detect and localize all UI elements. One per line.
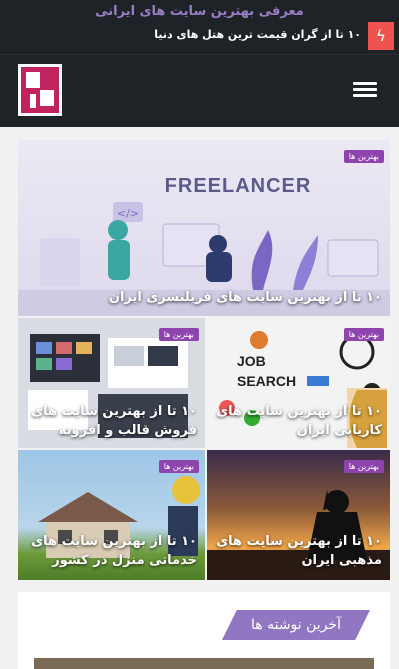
featured-post-templates[interactable]: بهترین ها ۱۰ تا از بهترین سایت های فروش …: [18, 318, 205, 448]
site-tagline: معرفی بهترین سایت های ایرانی: [95, 4, 304, 19]
news-ticker[interactable]: ϟ ۱۰ تا از گران قیمت ترین هتل های دنیا: [0, 22, 399, 50]
featured-post-home-services[interactable]: بهترین ها ۱۰ تا از بهترین سایت های خدمات…: [18, 450, 205, 580]
svg-text:</>: </>: [117, 207, 139, 220]
category-badge[interactable]: بهترین ها: [158, 460, 199, 473]
latest-posts-title: آخرین نوشته ها: [251, 617, 341, 633]
featured-post-freelancer[interactable]: FREELANCER </> بهترین ها ۱۰ تا از بهترین…: [18, 140, 390, 316]
category-badge[interactable]: بهترین ها: [343, 328, 384, 341]
hamburger-icon: [353, 82, 377, 85]
job-image-text: JOB: [237, 353, 266, 369]
category-badge[interactable]: بهترین ها: [158, 328, 199, 341]
post-title[interactable]: ۱۰ تا از بهترین سایت های مذهبی ایران: [215, 532, 382, 570]
post-title[interactable]: ۱۰ تا از بهترین سایت های فروش قالب و افز…: [26, 402, 197, 440]
latest-posts-section: آخرین نوشته ها: [18, 592, 390, 669]
featured-post-religious[interactable]: بهترین ها ۱۰ تا از بهترین سایت های مذهبی…: [207, 450, 390, 580]
post-title[interactable]: ۱۰ تا از بهترین سایت های کاریابی ایران: [215, 402, 382, 440]
site-logo[interactable]: [18, 64, 62, 116]
freelancer-image-text: FREELANCER: [165, 175, 312, 197]
search-image-text: SEARCH: [237, 373, 296, 389]
post-title[interactable]: ۱۰ تا از بهترین سایت های فریلنسری ایران: [26, 288, 382, 307]
featured-posts-grid: FREELANCER </> بهترین ها ۱۰ تا از بهترین…: [18, 140, 390, 580]
header-divider: [0, 54, 399, 55]
lightning-icon: ϟ: [368, 22, 394, 50]
featured-post-job-search[interactable]: JOB SEARCH بهترین ها ۱۰ تا از بهترین سای…: [207, 318, 390, 448]
category-badge[interactable]: بهترین ها: [343, 460, 384, 473]
hamburger-menu-button[interactable]: [353, 82, 377, 98]
category-badge[interactable]: بهترین ها: [343, 150, 384, 163]
site-header: معرفی بهترین سایت های ایرانی ϟ ۱۰ تا از …: [0, 0, 399, 127]
post-title[interactable]: ۱۰ تا از بهترین سایت های خدماتی منزل در …: [26, 532, 197, 570]
latest-post-thumbnail[interactable]: [34, 658, 374, 669]
ticker-headline[interactable]: ۱۰ تا از گران قیمت ترین هتل های دنیا: [154, 28, 361, 41]
